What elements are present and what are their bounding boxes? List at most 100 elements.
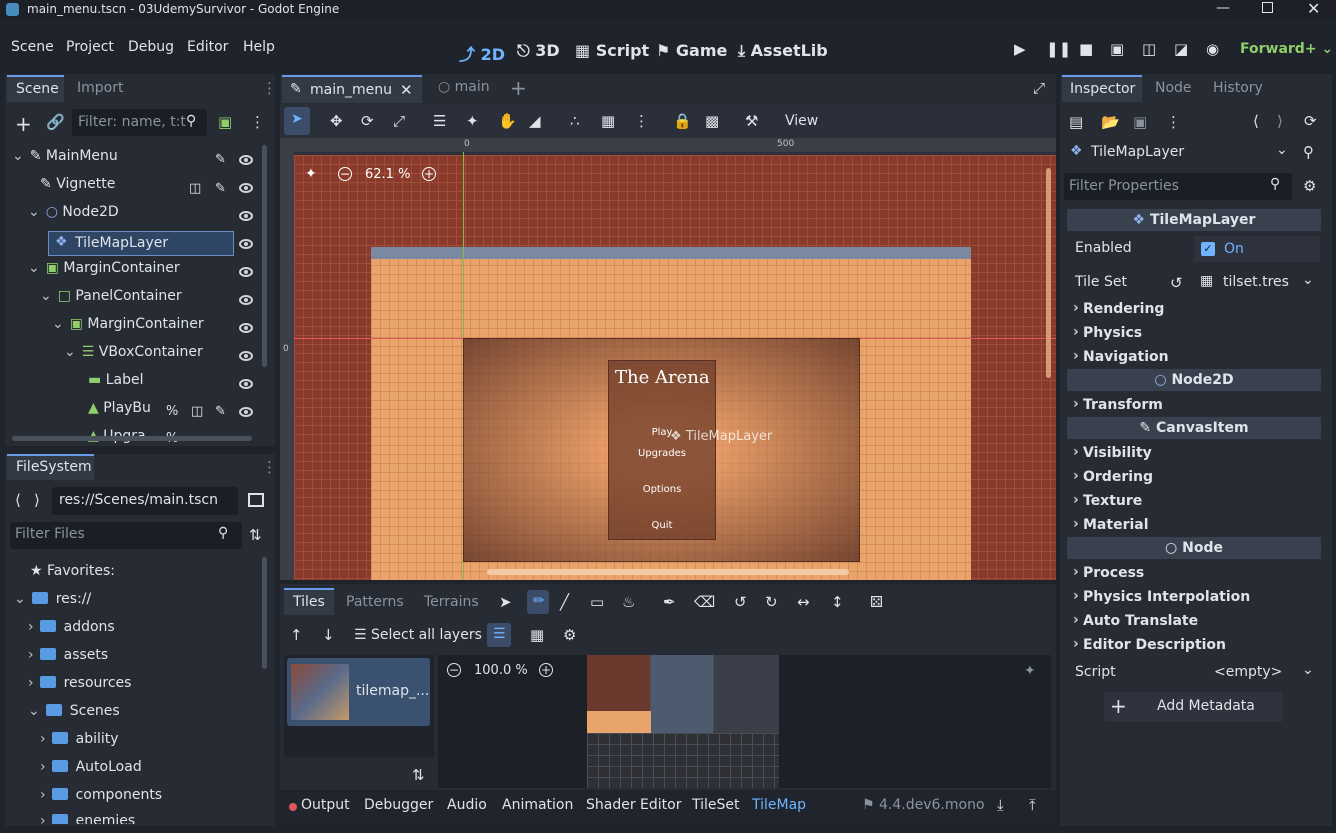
sort-sources-icon[interactable]: ⇅ bbox=[412, 766, 425, 784]
tab-history[interactable]: History bbox=[1213, 80, 1263, 96]
tab-shader-editor[interactable]: Shader Editor bbox=[586, 797, 681, 813]
rect-tool-icon[interactable]: ▭ bbox=[590, 593, 604, 611]
favorites-item[interactable]: ★ Favorites: bbox=[30, 563, 115, 587]
rotate-tool-icon[interactable]: ⟳ bbox=[361, 112, 374, 130]
save-resource-icon[interactable]: ▣ bbox=[1133, 113, 1147, 131]
grid-snap-icon[interactable]: ▦ bbox=[601, 112, 615, 130]
scene-menu-icon[interactable]: ⋮ bbox=[250, 113, 265, 131]
scene-tree-scrollbar[interactable] bbox=[262, 145, 267, 367]
folder-res[interactable]: ⌄ res:// bbox=[14, 591, 91, 615]
tileset-resource-picker[interactable]: ▦ tilset.tres ⌄ bbox=[1194, 269, 1322, 297]
script-icon[interactable]: ✎ bbox=[215, 152, 226, 167]
tab-scene[interactable]: Scene bbox=[7, 75, 64, 102]
enabled-checkbox[interactable]: ✓ On bbox=[1194, 236, 1320, 262]
rotate-right-icon[interactable]: ↻ bbox=[765, 593, 778, 611]
maximize-icon[interactable] bbox=[1262, 2, 1273, 13]
open-resource-icon[interactable]: 📂 bbox=[1101, 113, 1120, 131]
play-icon[interactable]: ▶ bbox=[1014, 40, 1026, 58]
atlas-zoom-in-icon[interactable]: + bbox=[539, 663, 553, 677]
visibility-eye-icon[interactable] bbox=[239, 407, 253, 417]
renderer-select[interactable]: Forward+ ⌄ bbox=[1240, 41, 1333, 57]
close-window-icon[interactable]: ✕ bbox=[1307, 0, 1320, 18]
tree-node-mainmenu[interactable]: ⌄ ✎ MainMenu bbox=[12, 148, 118, 172]
menu-help[interactable]: Help bbox=[243, 39, 275, 55]
viewport-hscrollbar[interactable] bbox=[487, 569, 849, 575]
paint-tool-button[interactable]: ✏ bbox=[527, 590, 549, 614]
canvas-viewport[interactable]: 0 500 0 The Arena Play Upgrades Options … bbox=[280, 138, 1056, 580]
tileset-source-item[interactable]: tilemap_... bbox=[287, 658, 430, 726]
visibility-eye-icon[interactable] bbox=[239, 183, 253, 193]
folder-enemies[interactable]: › enemies bbox=[40, 813, 135, 824]
movie-icon[interactable]: ◫ bbox=[191, 404, 203, 419]
object-selector[interactable]: ❖ TileMapLayer ⌄ bbox=[1064, 140, 1294, 166]
node-doc-icon[interactable]: ⚲ bbox=[1303, 143, 1314, 161]
path-field[interactable]: res://Scenes/main.tscn bbox=[52, 487, 238, 515]
forward-icon[interactable]: ⟩ bbox=[34, 491, 40, 509]
menu-editor[interactable]: Editor bbox=[187, 39, 228, 55]
add-tab-icon[interactable]: + bbox=[510, 76, 527, 100]
folder-assets[interactable]: › assets bbox=[28, 647, 108, 671]
history-back-icon[interactable]: ⟨ bbox=[1253, 112, 1259, 130]
flip-horizontal-icon[interactable]: ↔ bbox=[797, 593, 810, 611]
pause-icon[interactable]: ❚❚ bbox=[1046, 40, 1071, 58]
group-rendering[interactable]: Rendering bbox=[1073, 300, 1165, 317]
tab-tilemap[interactable]: TileMap bbox=[752, 797, 806, 813]
object-history-icon[interactable]: ⟳ bbox=[1304, 112, 1317, 130]
folder-autoload[interactable]: › AutoLoad bbox=[40, 759, 142, 783]
picker-tool-icon[interactable]: ✒ bbox=[663, 593, 676, 611]
tab-node[interactable]: Node bbox=[1155, 80, 1192, 96]
filter-properties-input[interactable]: Filter Properties ⚲ bbox=[1064, 173, 1292, 200]
inspector-menu-icon[interactable]: ⋮ bbox=[1166, 113, 1181, 131]
tree-node-vignette[interactable]: ✎ Vignette bbox=[40, 176, 115, 200]
layer-up-icon[interactable]: ↑ bbox=[290, 626, 303, 644]
pan-tool-icon[interactable]: ✋ bbox=[498, 112, 517, 130]
remote-debug-icon[interactable]: ▣ bbox=[1110, 40, 1124, 58]
flip-vertical-icon[interactable]: ↕ bbox=[831, 593, 844, 611]
dock-menu-icon[interactable]: ⋮ bbox=[262, 79, 277, 97]
lock-icon[interactable]: 🔒 bbox=[673, 112, 692, 130]
tab-terrains[interactable]: Terrains bbox=[424, 594, 479, 610]
script-icon[interactable]: ✎ bbox=[215, 181, 226, 196]
play-scene-icon[interactable]: ◫ bbox=[1142, 40, 1156, 58]
tree-node-node2d[interactable]: ⌄ ○ Node2D bbox=[28, 204, 119, 228]
atlas-zoom-out-icon[interactable]: − bbox=[447, 663, 461, 677]
add-node-icon[interactable]: + bbox=[15, 112, 32, 136]
sort-icon[interactable]: ⇅ bbox=[249, 526, 262, 544]
group-visibility[interactable]: Visibility bbox=[1073, 444, 1152, 461]
tree-node-margincontainer[interactable]: ⌄ ▣ MarginContainer bbox=[28, 260, 180, 284]
tab-animation[interactable]: Animation bbox=[502, 797, 573, 813]
visibility-eye-icon[interactable] bbox=[239, 323, 253, 333]
folder-components[interactable]: › components bbox=[40, 787, 162, 811]
tree-node-playbutton[interactable]: ▲ PlayBu bbox=[88, 400, 151, 424]
percent-icon[interactable]: % bbox=[166, 404, 178, 419]
filter-files-input[interactable]: Filter Files ⚲ bbox=[10, 522, 242, 549]
visibility-eye-icon[interactable] bbox=[239, 351, 253, 361]
visibility-eye-icon[interactable] bbox=[239, 295, 253, 305]
tab-debugger[interactable]: Debugger bbox=[364, 797, 433, 813]
add-script-icon[interactable]: ▣ bbox=[218, 113, 232, 131]
workspace-3d-button[interactable]: ⎋ 3D bbox=[517, 41, 560, 61]
view-menu[interactable]: View bbox=[785, 113, 818, 129]
select-tool-button[interactable]: ➤ bbox=[284, 107, 310, 135]
folder-scenes[interactable]: ⌄ Scenes bbox=[28, 703, 120, 727]
tree-node-panelcontainer[interactable]: ⌄ □ PanelContainer bbox=[40, 288, 182, 312]
group-physics-interpolation[interactable]: Physics Interpolation bbox=[1073, 588, 1250, 605]
zoom-level[interactable]: 62.1 % bbox=[365, 167, 410, 182]
layer-down-icon[interactable]: ↓ bbox=[322, 626, 335, 644]
tab-tiles[interactable]: Tiles bbox=[284, 588, 334, 615]
line-tool-icon[interactable]: ╱ bbox=[560, 593, 569, 611]
workspace-2d-button[interactable]: ⤴ 2D bbox=[459, 41, 505, 65]
select-all-layers-button[interactable]: ☰ Select all layers bbox=[354, 627, 482, 643]
distraction-free-icon[interactable]: ⤢ bbox=[1033, 79, 1045, 97]
minimize-icon[interactable]: — bbox=[1216, 0, 1230, 16]
group-navigation[interactable]: Navigation bbox=[1073, 348, 1169, 365]
rotate-left-icon[interactable]: ↺ bbox=[734, 593, 747, 611]
grid-toggle-icon[interactable]: ▦ bbox=[530, 626, 544, 644]
selectable-list-icon[interactable]: ☰ bbox=[433, 112, 446, 130]
group-physics[interactable]: Physics bbox=[1073, 324, 1142, 341]
group-transform[interactable]: Transform bbox=[1073, 396, 1163, 413]
scene-filter-input[interactable]: Filter: name, t:t ⚲ bbox=[72, 109, 207, 136]
snap-options-icon[interactable]: ⋮ bbox=[634, 112, 649, 130]
stop-icon[interactable]: ■ bbox=[1079, 40, 1093, 58]
dock-menu-icon[interactable]: ⋮ bbox=[262, 458, 277, 476]
